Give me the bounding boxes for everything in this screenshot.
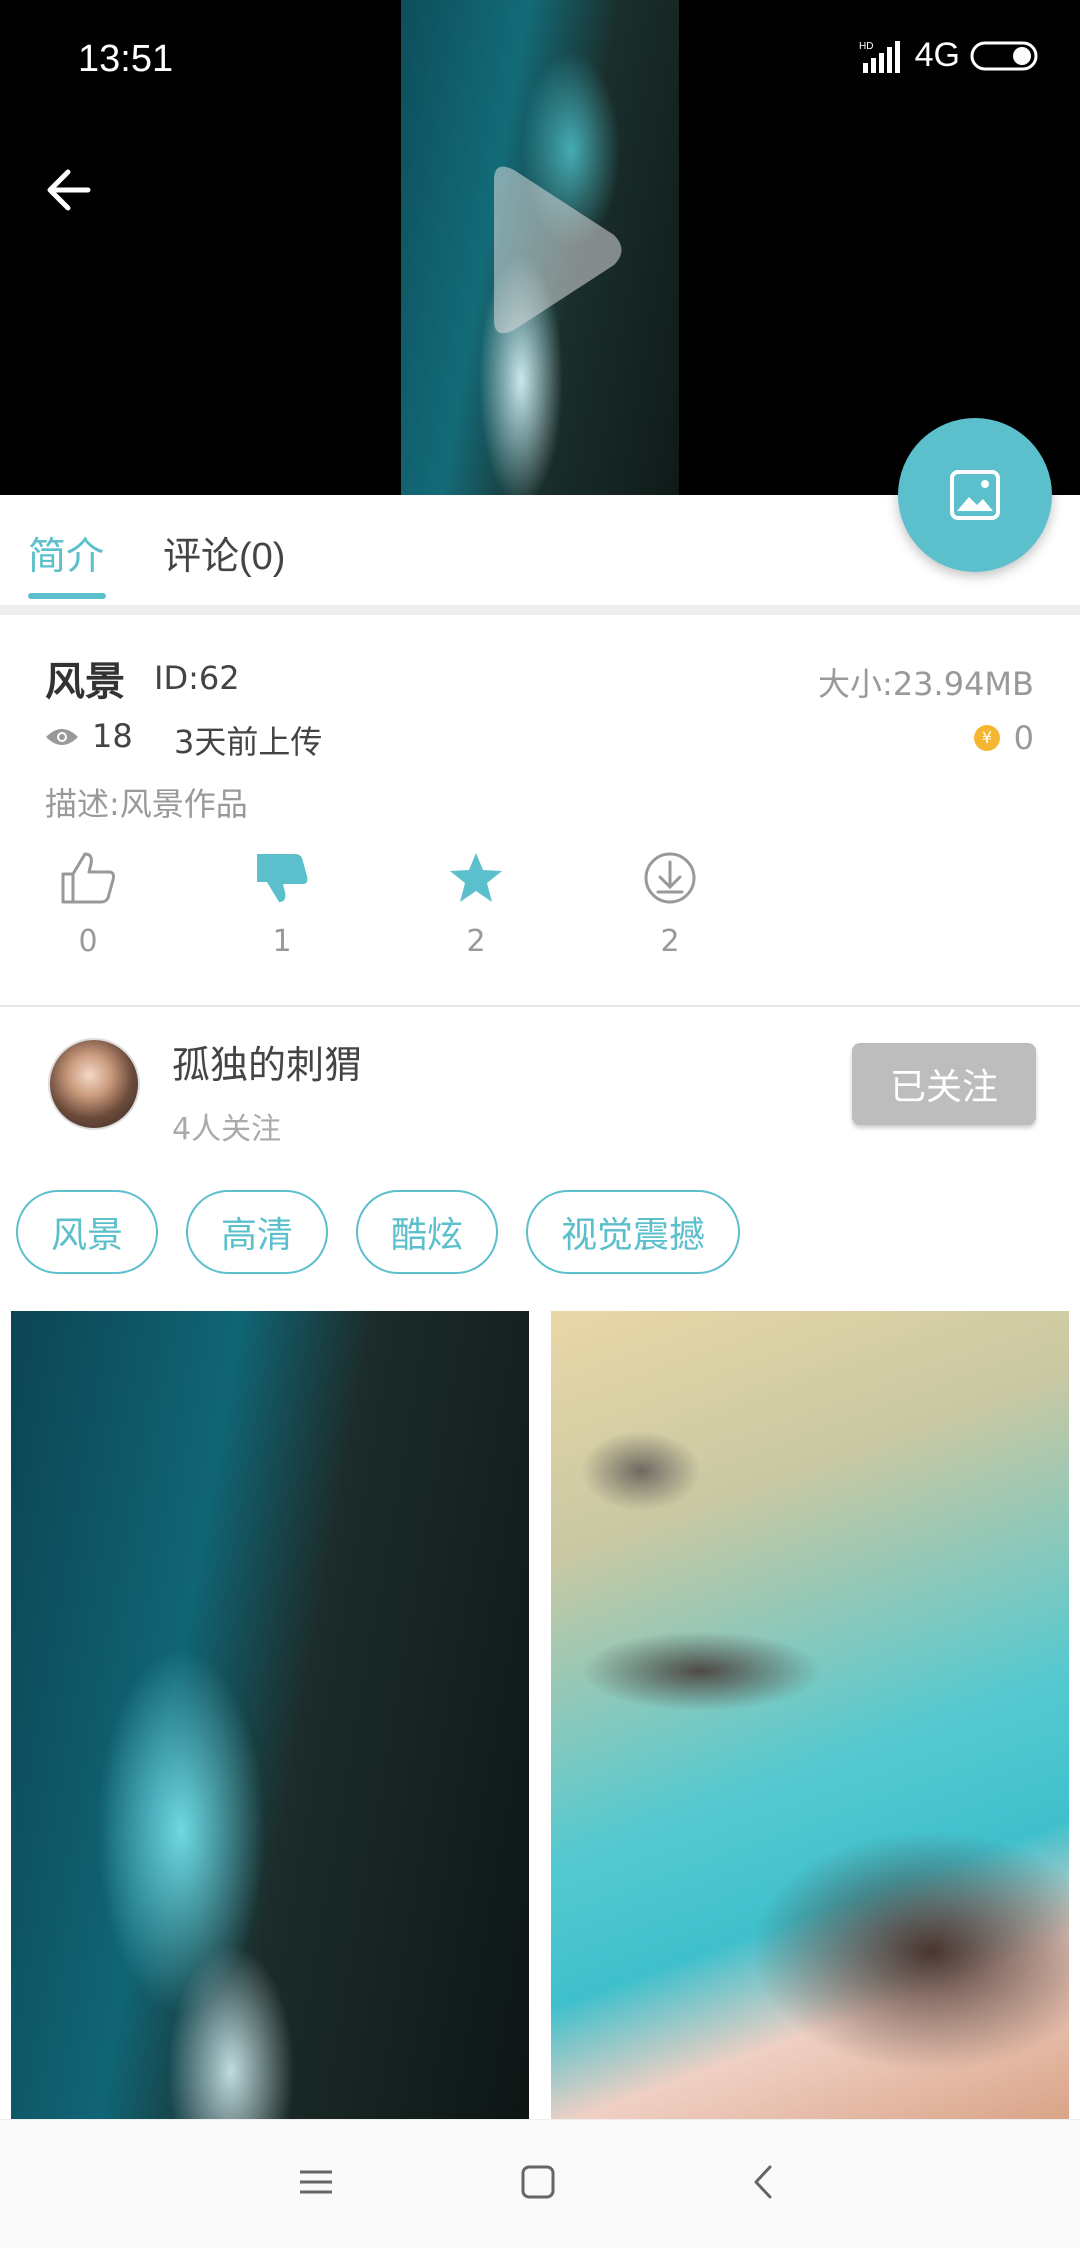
coin-icon: ¥ [974, 725, 1000, 751]
divider [0, 605, 1080, 615]
tab-intro[interactable]: 简介 [28, 525, 104, 580]
network-type: 4G [914, 36, 960, 74]
divider [0, 1005, 1080, 1007]
tag-chip[interactable]: 风景 [16, 1190, 159, 1274]
dislike-button[interactable]: 1 [237, 850, 327, 959]
video-id: ID:62 [154, 659, 240, 697]
follower-count: 4人关注 [172, 1112, 282, 1147]
battery-icon [970, 41, 1038, 70]
favorite-count: 2 [466, 924, 486, 959]
coin-count: 0 [1013, 719, 1034, 757]
dislike-count: 1 [272, 924, 292, 959]
download-icon [644, 852, 696, 904]
related-video-thumbnail[interactable] [11, 1311, 529, 2119]
image-fab-button[interactable] [898, 418, 1052, 572]
signal-icon: HD [859, 40, 900, 73]
tab-active-indicator [28, 593, 106, 599]
thumbs-up-icon [61, 852, 115, 904]
play-icon[interactable] [474, 160, 624, 340]
arrow-left-icon[interactable] [40, 160, 100, 220]
download-count: 2 [660, 924, 680, 959]
view-count: 18 [92, 717, 133, 755]
home-icon[interactable] [518, 2162, 558, 2202]
related-video-thumbnail[interactable] [551, 1311, 1069, 2119]
thumbs-down-icon [257, 854, 308, 902]
system-nav-bar [0, 2119, 1080, 2248]
like-button[interactable]: 0 [43, 850, 133, 959]
video-info-section: 风景 ID:62 大小:23.94MB 18 3天前上传 ¥ 0 描述:风景作品… [0, 615, 1080, 1005]
image-icon [950, 470, 1000, 520]
svg-text:HD: HD [859, 41, 873, 52]
status-icons: HD 4G [859, 36, 1040, 75]
avatar[interactable] [48, 1038, 140, 1130]
video-size: 大小:23.94MB [818, 665, 1034, 703]
like-count: 0 [78, 924, 98, 959]
upload-time: 3天前上传 [174, 723, 323, 761]
author-name[interactable]: 孤独的刺猬 [172, 1034, 362, 1089]
tag-chip[interactable]: 视觉震撼 [526, 1190, 741, 1274]
follow-button[interactable]: 已关注 [852, 1043, 1036, 1125]
favorite-button[interactable]: 2 [431, 850, 521, 959]
tag-chip[interactable]: 高清 [186, 1190, 329, 1274]
tag-list: 风景 高清 酷炫 视觉震撼 [16, 1190, 741, 1274]
back-icon[interactable] [744, 2162, 784, 2202]
star-icon [450, 853, 502, 902]
video-title: 风景 [45, 659, 125, 705]
eye-icon [46, 729, 78, 745]
tab-comments[interactable]: 评论(0) [163, 525, 285, 580]
tag-chip[interactable]: 酷炫 [356, 1190, 499, 1274]
status-time: 13:51 [78, 38, 174, 80]
download-button[interactable]: 2 [625, 850, 715, 959]
video-description: 描述:风景作品 [45, 785, 248, 823]
menu-icon[interactable] [296, 2162, 336, 2202]
video-player[interactable]: 13:51 HD 4G [0, 0, 1080, 495]
